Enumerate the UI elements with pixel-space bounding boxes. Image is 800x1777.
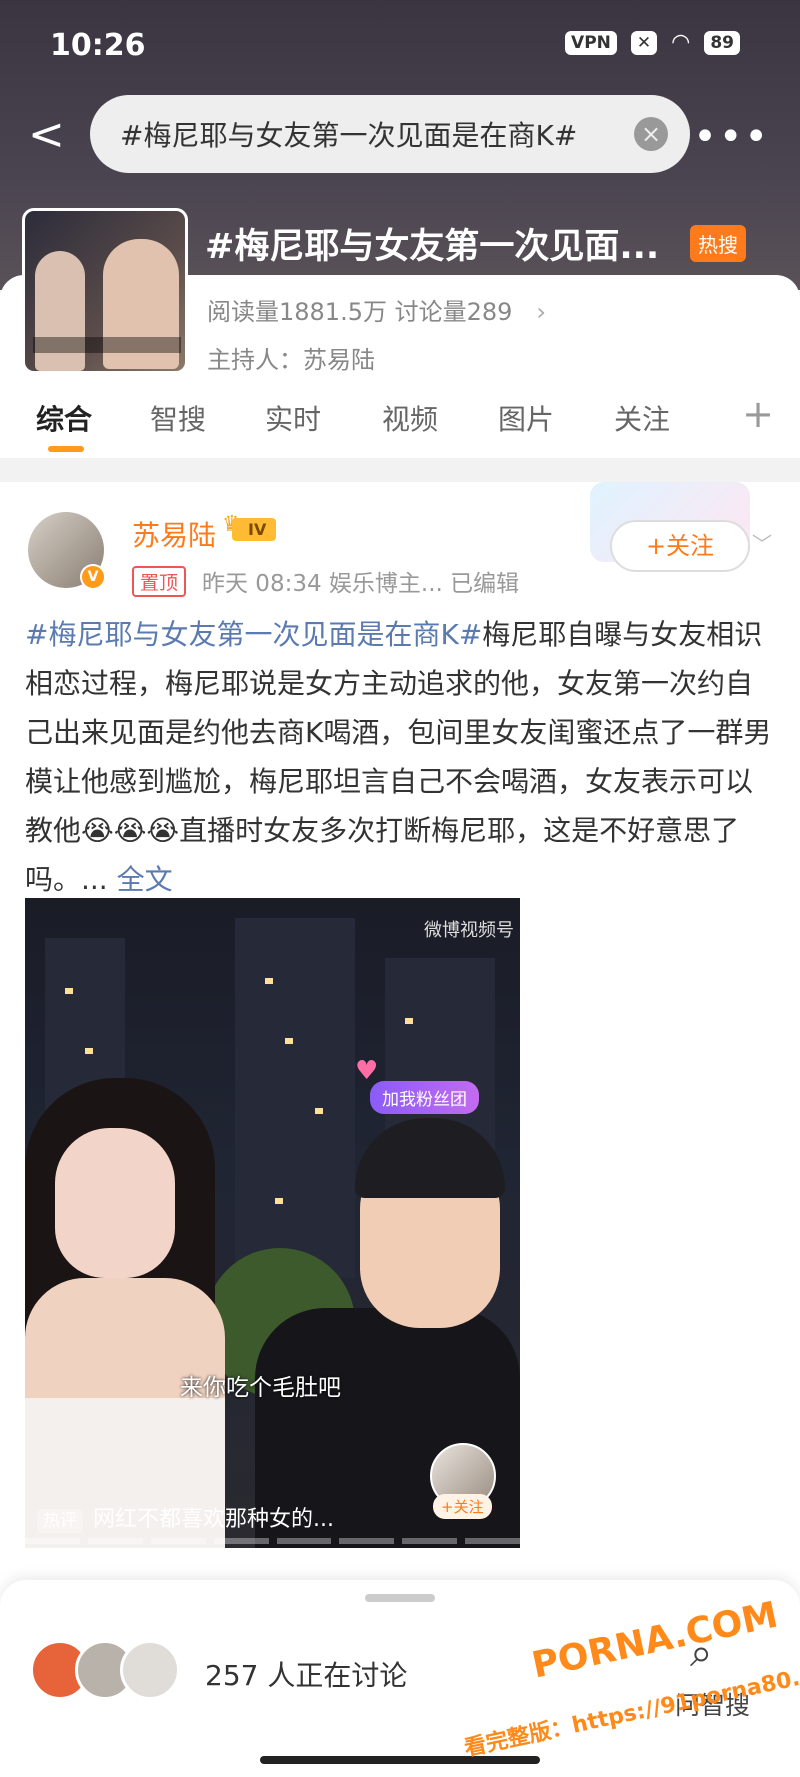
- status-icons: VPN ✕ ◠ 89: [565, 30, 740, 55]
- hot-comment-text: 网红不都喜欢那种女的...: [93, 1507, 334, 1532]
- topic-stats-text: 阅读量1881.5万 讨论量289: [207, 298, 513, 326]
- discussing-count: 257 人正在讨论: [205, 1659, 408, 1692]
- avatar: [120, 1640, 180, 1700]
- hot-comment[interactable]: 热评 网红不都喜欢那种女的...: [37, 1501, 334, 1533]
- post-username[interactable]: 苏易陆: [132, 514, 216, 554]
- status-bar: 10:26 VPN ✕ ◠ 89: [0, 0, 800, 90]
- back-icon[interactable]: <: [28, 113, 65, 157]
- wifi-icon: ◠: [671, 30, 691, 55]
- search-input[interactable]: #梅尼耶与女友第一次见面是在商K# ×: [90, 95, 690, 173]
- tab-following[interactable]: 关注: [614, 398, 670, 438]
- video-progress: [25, 1538, 520, 1544]
- tab-comprehensive[interactable]: 综合: [36, 398, 92, 438]
- vpn-icon: VPN: [565, 30, 617, 55]
- topic-title: #梅尼耶与女友第一次见面...: [205, 227, 660, 267]
- clear-icon[interactable]: ×: [634, 117, 668, 151]
- video-subtitle: 来你吃个毛肚吧: [180, 1375, 341, 1401]
- drag-handle[interactable]: [365, 1594, 435, 1602]
- battery-icon: 89: [704, 30, 740, 55]
- discussion-sheet[interactable]: 257 人正在讨论 ⌕ 问智搜: [0, 1580, 800, 1777]
- full-text-link[interactable]: 全文: [117, 863, 173, 896]
- topic-host: 主持人：苏易陆: [207, 346, 375, 374]
- add-tab-icon[interactable]: +: [742, 392, 774, 436]
- verified-icon: V: [80, 564, 106, 590]
- fan-club-badge[interactable]: 加我粉丝团: [370, 1081, 479, 1114]
- topic-thumbnail[interactable]: [22, 208, 188, 374]
- close-notification-icon: ✕: [630, 30, 658, 55]
- post-body: #梅尼耶与女友第一次见面是在商K#梅尼耶自曝与女友相识相恋过程，梅尼耶说是女方主…: [25, 610, 780, 904]
- tab-realtime[interactable]: 实时: [265, 398, 321, 438]
- level-badge: IV: [232, 518, 277, 541]
- chevron-right-icon: ›: [536, 298, 547, 326]
- search-query: #梅尼耶与女友第一次见面是在商K#: [120, 119, 578, 152]
- section-divider: [0, 458, 800, 482]
- tab-images[interactable]: 图片: [498, 398, 554, 438]
- heart-icon: ♥: [355, 1056, 379, 1086]
- tab-video[interactable]: 视频: [382, 398, 438, 438]
- post-video[interactable]: 微博视频号 ♥ 加我粉丝团 来你吃个毛肚吧 +关注 热评 网红不都喜欢那种女的..…: [25, 898, 520, 1548]
- post-text: 梅尼耶自曝与女友相识相恋过程，梅尼耶说是女方主动追求的他，女友第一次约自己出来见…: [25, 618, 772, 896]
- hot-comment-label: 热评: [37, 1509, 83, 1533]
- tab-smart-search[interactable]: 智搜: [150, 398, 206, 438]
- pinned-badge: 置顶: [132, 566, 187, 597]
- more-icon[interactable]: •••: [693, 117, 770, 157]
- topic-stats[interactable]: 阅读量1881.5万 讨论量289 ›: [207, 292, 546, 327]
- chevron-down-icon[interactable]: ﹀: [752, 528, 772, 557]
- active-tab-indicator: [48, 446, 84, 452]
- participant-avatars: [30, 1640, 190, 1700]
- post-card: V 苏易陆 ♛ IV 置顶 昨天 08:34 娱乐博主... 已编辑 +关注 ﹀…: [0, 482, 800, 1602]
- home-indicator: [260, 1756, 540, 1764]
- tab-bar: 综合 智搜 实时 视频 图片 关注 +: [0, 390, 800, 456]
- post-hashtag[interactable]: #梅尼耶与女友第一次见面是在商K#: [25, 618, 482, 651]
- status-time: 10:26: [50, 28, 146, 63]
- post-meta: 昨天 08:34 娱乐博主... 已编辑: [202, 571, 520, 597]
- hot-badge: 热搜: [690, 225, 746, 262]
- video-follow-button[interactable]: +关注: [433, 1494, 492, 1519]
- video-watermark: 微博视频号: [424, 920, 514, 941]
- nav-bar: < #梅尼耶与女友第一次见面是在商K# × •••: [0, 95, 800, 177]
- follow-button[interactable]: +关注: [610, 520, 750, 572]
